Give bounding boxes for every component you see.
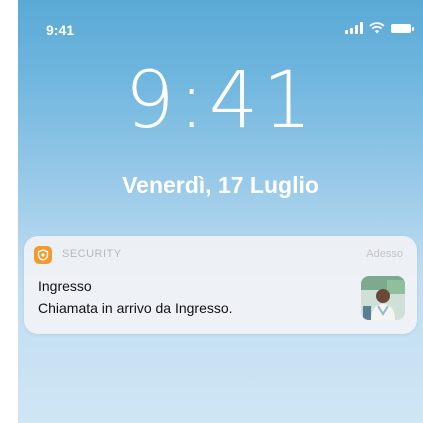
caller-photo-thumbnail [361, 276, 405, 320]
status-icons [345, 22, 414, 34]
battery-icon [391, 23, 414, 33]
wifi-icon [369, 22, 385, 34]
notification-app-name: SECURITY [62, 248, 122, 260]
notification-body: Chiamata in arrivo da Ingresso. [38, 300, 233, 316]
lock-screen-clock: 9:41 [124, 56, 317, 146]
notification-title: Ingresso [38, 278, 92, 294]
cellular-signal-icon [345, 22, 363, 34]
lock-screen: 9:41 9:41 Venerdì, 17 Luglio SECURITY Ad… [18, 0, 423, 423]
security-shield-icon [34, 246, 52, 264]
status-time: 9:41 [46, 22, 75, 38]
lock-screen-date: Venerdì, 17 Luglio [122, 172, 319, 198]
incoming-call-notification[interactable]: SECURITY Adesso Ingresso Chiamata in arr… [24, 236, 417, 334]
notification-time: Adesso [366, 248, 403, 260]
status-bar: 9:41 [18, 18, 423, 42]
